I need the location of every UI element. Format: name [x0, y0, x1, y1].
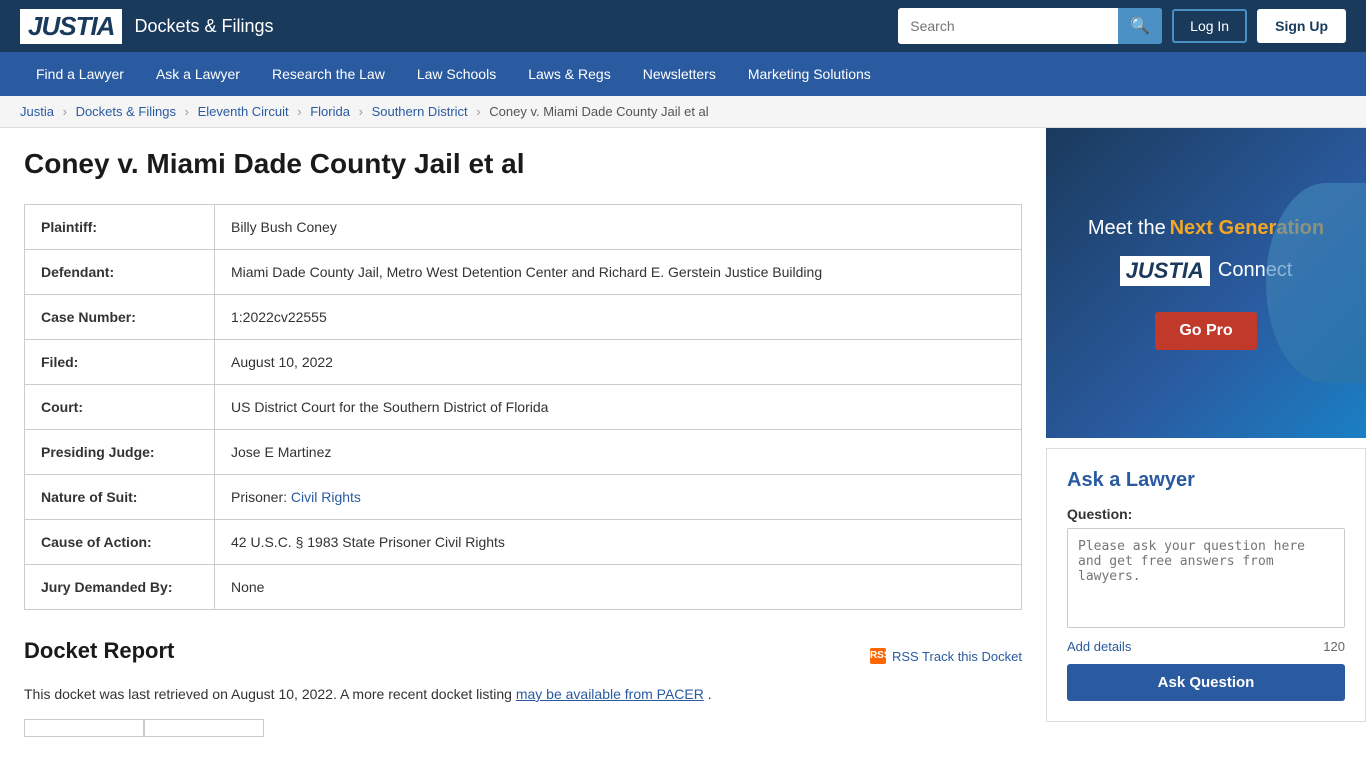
breadcrumb-southern-district[interactable]: Southern District: [372, 104, 468, 119]
docket-desc-post: .: [708, 686, 712, 702]
go-pro-button[interactable]: Go Pro: [1155, 312, 1256, 350]
signup-button[interactable]: Sign Up: [1257, 9, 1346, 43]
docket-desc-pre: This docket was last retrieved on August…: [24, 686, 512, 702]
docket-header-row: Docket Report RSS RSS Track this Docket: [24, 638, 1022, 674]
bottom-cell-2: [144, 719, 264, 737]
table-row: Jury Demanded By: None: [25, 565, 1022, 610]
table-row: Filed: August 10, 2022: [25, 340, 1022, 385]
breadcrumb-sep-2: ›: [185, 104, 189, 119]
table-row: Nature of Suit: Prisoner: Civil Rights: [25, 475, 1022, 520]
civil-rights-link[interactable]: Civil Rights: [291, 489, 361, 505]
docket-description: This docket was last retrieved on August…: [24, 684, 1022, 705]
ask-question-button[interactable]: Ask Question: [1067, 664, 1345, 701]
sidebar-ad: Meet the Next Generation JUSTIA Connect …: [1046, 128, 1366, 438]
ask-lawyer-widget: Ask a Lawyer Question: Add details 120 A…: [1046, 448, 1366, 722]
login-button[interactable]: Log In: [1172, 9, 1247, 43]
case-title: Coney v. Miami Dade County Jail et al: [24, 148, 1022, 180]
main-content: Coney v. Miami Dade County Jail et al Pl…: [0, 128, 1046, 757]
search-input[interactable]: [898, 10, 1118, 42]
field-label-court: Court:: [25, 385, 215, 430]
breadcrumb-eleventh-circuit[interactable]: Eleventh Circuit: [198, 104, 289, 119]
nav-newsletters[interactable]: Newsletters: [627, 52, 732, 96]
justia-logo: JUSTIA: [20, 9, 122, 44]
rss-track-link[interactable]: RSS RSS Track this Docket: [870, 648, 1022, 664]
case-info-table: Plaintiff: Billy Bush Coney Defendant: M…: [24, 204, 1022, 610]
field-label-filed: Filed:: [25, 340, 215, 385]
char-count: 120: [1323, 639, 1345, 654]
table-row: Cause of Action: 42 U.S.C. § 1983 State …: [25, 520, 1022, 565]
table-row: Presiding Judge: Jose E Martinez: [25, 430, 1022, 475]
ask-question-label: Question:: [1067, 506, 1345, 522]
nav-find-lawyer[interactable]: Find a Lawyer: [20, 52, 140, 96]
ad-meet-label: Meet the: [1088, 217, 1166, 239]
breadcrumb-sep-3: ›: [297, 104, 301, 119]
nav-research-law[interactable]: Research the Law: [256, 52, 401, 96]
nav-ask-lawyer[interactable]: Ask a Lawyer: [140, 52, 256, 96]
breadcrumb-dockets[interactable]: Dockets & Filings: [76, 104, 176, 119]
main-nav: Find a Lawyer Ask a Lawyer Research the …: [0, 52, 1366, 96]
ask-question-textarea[interactable]: [1067, 528, 1345, 628]
breadcrumb-justia[interactable]: Justia: [20, 104, 54, 119]
ad-next-gen-label: Next Generation: [1170, 217, 1324, 239]
site-subtitle: Dockets & Filings: [134, 16, 273, 37]
table-row: Plaintiff: Billy Bush Coney: [25, 205, 1022, 250]
field-value-cause: 42 U.S.C. § 1983 State Prisoner Civil Ri…: [215, 520, 1022, 565]
breadcrumb-florida[interactable]: Florida: [310, 104, 350, 119]
field-value-nature: Prisoner: Civil Rights: [215, 475, 1022, 520]
breadcrumb-sep-5: ›: [476, 104, 480, 119]
nav-marketing[interactable]: Marketing Solutions: [732, 52, 887, 96]
ad-justia-name: JUSTIA: [1120, 256, 1210, 286]
header-right: 🔍 Log In Sign Up: [898, 8, 1346, 44]
search-button[interactable]: 🔍: [1118, 8, 1162, 44]
search-box: 🔍: [898, 8, 1162, 44]
field-label-jury: Jury Demanded By:: [25, 565, 215, 610]
sidebar: Meet the Next Generation JUSTIA Connect …: [1046, 128, 1366, 757]
field-value-defendant: Miami Dade County Jail, Metro West Deten…: [215, 250, 1022, 295]
breadcrumb: Justia › Dockets & Filings › Eleventh Ci…: [0, 96, 1366, 128]
breadcrumb-current: Coney v. Miami Dade County Jail et al: [489, 104, 708, 119]
rss-label: RSS Track this Docket: [892, 649, 1022, 664]
logo-area: JUSTIA Dockets & Filings: [20, 9, 274, 44]
ad-meet-text: Meet the Next Generation: [1088, 217, 1324, 240]
page-body: Coney v. Miami Dade County Jail et al Pl…: [0, 128, 1366, 757]
table-row: Case Number: 1:2022cv22555: [25, 295, 1022, 340]
ad-justia-logo: JUSTIA Connect: [1120, 256, 1293, 286]
field-value-case-number: 1:2022cv22555: [215, 295, 1022, 340]
breadcrumb-sep-4: ›: [359, 104, 363, 119]
bottom-table-row: [24, 719, 1022, 737]
field-label-judge: Presiding Judge:: [25, 430, 215, 475]
field-label-plaintiff: Plaintiff:: [25, 205, 215, 250]
pacer-link[interactable]: may be available from PACER: [516, 686, 704, 702]
field-label-case-number: Case Number:: [25, 295, 215, 340]
field-value-jury: None: [215, 565, 1022, 610]
breadcrumb-sep-1: ›: [63, 104, 67, 119]
table-row: Defendant: Miami Dade County Jail, Metro…: [25, 250, 1022, 295]
top-header: JUSTIA Dockets & Filings 🔍 Log In Sign U…: [0, 0, 1366, 52]
rss-icon: RSS: [870, 648, 886, 664]
table-row: Court: US District Court for the Souther…: [25, 385, 1022, 430]
docket-heading: Docket Report: [24, 638, 174, 664]
field-value-court: US District Court for the Southern Distr…: [215, 385, 1022, 430]
bottom-cell-1: [24, 719, 144, 737]
field-label-cause: Cause of Action:: [25, 520, 215, 565]
nav-law-schools[interactable]: Law Schools: [401, 52, 512, 96]
add-details-link[interactable]: Add details: [1067, 639, 1131, 654]
ad-connect-text: Connect: [1218, 259, 1293, 282]
field-value-filed: August 10, 2022: [215, 340, 1022, 385]
field-value-judge: Jose E Martinez: [215, 430, 1022, 475]
field-label-defendant: Defendant:: [25, 250, 215, 295]
field-label-nature: Nature of Suit:: [25, 475, 215, 520]
ask-lawyer-title: Ask a Lawyer: [1067, 469, 1345, 492]
nav-laws-regs[interactable]: Laws & Regs: [512, 52, 626, 96]
ask-footer: Add details 120: [1067, 639, 1345, 654]
field-value-plaintiff: Billy Bush Coney: [215, 205, 1022, 250]
